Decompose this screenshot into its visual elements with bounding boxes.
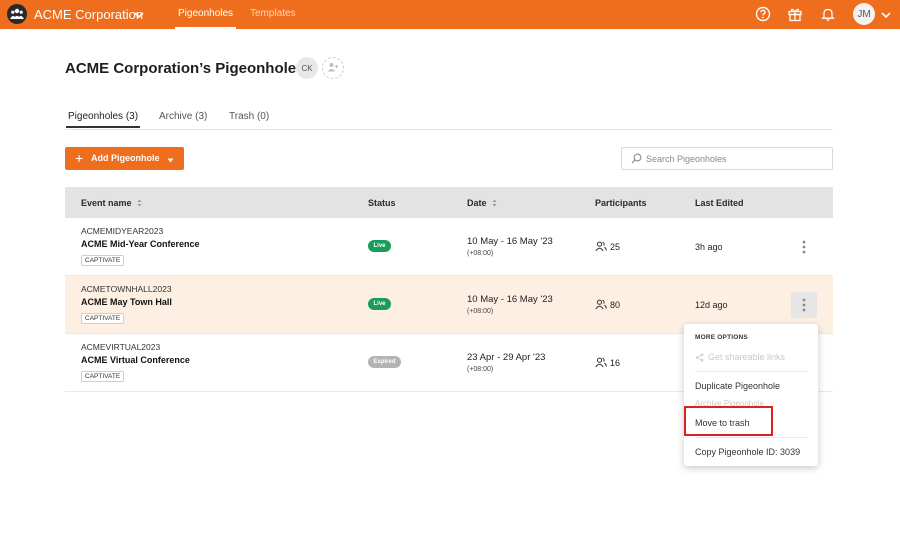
participants-value: 16 [610, 357, 621, 368]
menu-item-label: Get shareable links [708, 352, 786, 362]
last-edited: 12d ago [695, 300, 728, 310]
event-name[interactable]: ACME Virtual Conference [81, 355, 190, 365]
user-avatar[interactable]: JM [853, 3, 875, 25]
event-timezone: (+08:00) [467, 366, 494, 373]
row-options-kebab-icon[interactable] [791, 292, 817, 318]
participants-icon [595, 299, 607, 310]
event-tag: CAPTIVATE [81, 313, 125, 324]
column-date[interactable]: Date [467, 198, 497, 209]
more-options-menu: MORE OPTIONS Get shareable links Duplica… [684, 324, 818, 466]
tabs-divider [65, 129, 833, 130]
search-input[interactable] [646, 151, 826, 166]
column-status: Status [368, 198, 396, 208]
search-box[interactable] [621, 147, 833, 170]
add-collaborator-button[interactable] [322, 57, 344, 79]
nav-tab-templates[interactable]: Templates [250, 8, 296, 19]
participants-value: 25 [610, 241, 621, 252]
event-name[interactable]: ACME May Town Hall [81, 297, 172, 307]
participants-value: 80 [610, 299, 621, 310]
help-icon[interactable] [754, 5, 772, 23]
event-date: 10 May - 16 May '23 [467, 236, 553, 247]
add-user-icon [327, 61, 339, 75]
last-edited: 3h ago [695, 242, 723, 252]
menu-divider [695, 437, 808, 438]
event-code: ACMEVIRTUAL2023 [81, 342, 161, 352]
row-options-kebab-icon[interactable] [791, 234, 817, 260]
event-name[interactable]: ACME Mid-Year Conference [81, 239, 200, 249]
event-code: ACMEMIDYEAR2023 [81, 226, 164, 236]
participants-icon [595, 241, 607, 252]
event-code: ACMETOWNHALL2023 [81, 284, 172, 294]
add-pigeonhole-label: Add Pigeonhole [91, 153, 160, 163]
collaborator-avatar[interactable]: CK [296, 57, 318, 79]
tab-pigeonholes[interactable]: Pigeonholes (3) [65, 111, 141, 128]
event-timezone: (+08:00) [467, 308, 494, 315]
column-participants: Participants [595, 198, 647, 208]
bell-icon[interactable] [819, 5, 837, 23]
status-badge: Live [368, 298, 391, 310]
event-tag: CAPTIVATE [81, 371, 125, 382]
column-last-edited: Last Edited [695, 198, 744, 208]
status-badge: Live [368, 240, 391, 252]
nav-tab-pigeonholes[interactable]: Pigeonholes [174, 8, 237, 29]
annotation-highlight-box [684, 406, 773, 436]
menu-item-duplicate[interactable]: Duplicate Pigeonhole [695, 381, 780, 391]
org-chevron-down-icon[interactable] [134, 8, 144, 22]
participants-icon [595, 357, 607, 368]
event-timezone: (+08:00) [467, 250, 494, 257]
sort-icon[interactable] [492, 199, 497, 209]
share-icon [695, 353, 704, 361]
menu-divider [695, 371, 808, 372]
sort-icon[interactable] [137, 199, 142, 209]
participants-count: 80 [595, 299, 620, 310]
tab-trash[interactable]: Trash (0) [229, 111, 269, 122]
search-icon [631, 153, 642, 167]
menu-item-copy-id[interactable]: Copy Pigeonhole ID: 3039 [695, 447, 800, 457]
top-bar: ACME Corporation Pigeonholes Templates J… [0, 0, 900, 29]
column-event-name-label: Event name [81, 198, 132, 208]
status-badge: Expired [368, 356, 401, 368]
event-date: 23 Apr - 29 Apr '23 [467, 352, 546, 363]
plus-icon: + [75, 150, 84, 166]
add-pigeonhole-button[interactable]: + Add Pigeonhole [65, 147, 184, 170]
column-event-name[interactable]: Event name [81, 198, 142, 209]
tab-archive[interactable]: Archive (3) [159, 111, 207, 122]
column-date-label: Date [467, 198, 487, 208]
menu-heading: MORE OPTIONS [695, 334, 748, 341]
org-name[interactable]: ACME Corporation [34, 7, 143, 22]
participants-count: 25 [595, 241, 620, 252]
org-logo-icon[interactable] [7, 4, 27, 24]
menu-item-get-shareable-links[interactable]: Get shareable links [695, 352, 785, 362]
participants-count: 16 [595, 357, 620, 368]
caret-down-icon[interactable] [167, 155, 174, 165]
gift-icon[interactable] [786, 5, 804, 23]
user-menu-chevron-down-icon[interactable] [881, 8, 891, 22]
event-date: 10 May - 16 May '23 [467, 294, 553, 305]
table-header: Event name Status Date Participants Last… [65, 187, 833, 218]
event-tag: CAPTIVATE [81, 255, 125, 266]
table-row[interactable]: ACMEMIDYEAR2023 ACME Mid-Year Conference… [65, 218, 833, 276]
page-title: ACME Corporation’s Pigeonholes [65, 60, 305, 77]
